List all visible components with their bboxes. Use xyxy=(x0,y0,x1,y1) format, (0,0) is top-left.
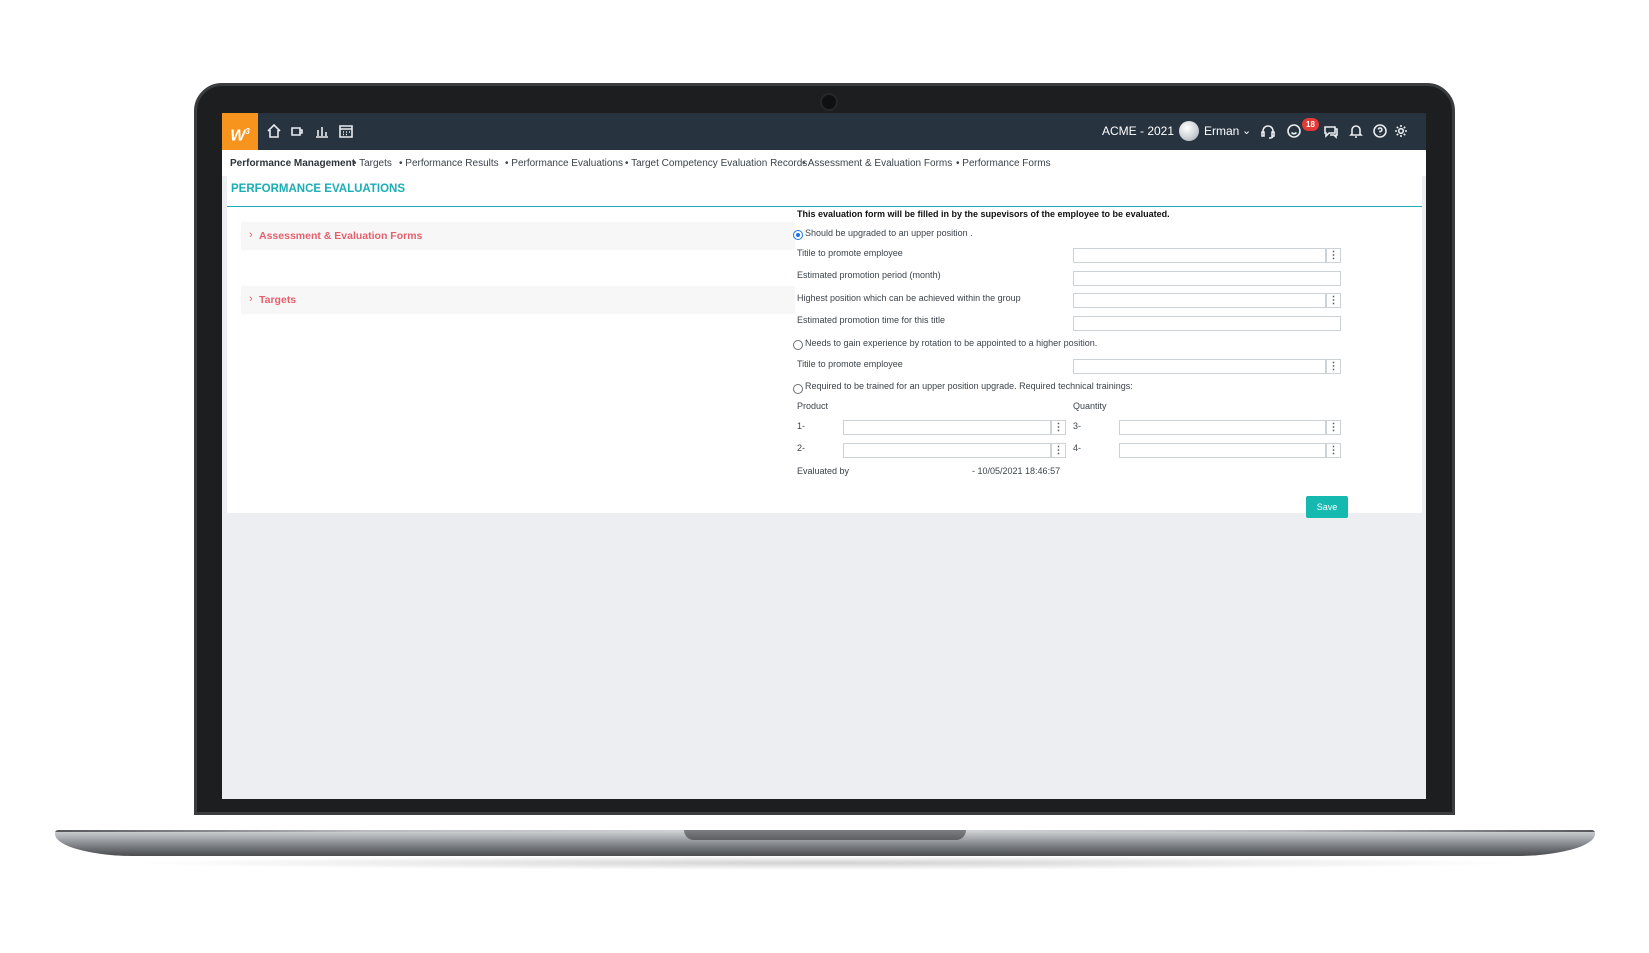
radio-rotation[interactable] xyxy=(793,340,803,350)
breadcrumb-performance-forms[interactable]: • Performance Forms xyxy=(956,158,1051,169)
avatar[interactable] xyxy=(1179,121,1199,141)
title-promote2-label: Titile to promote employee xyxy=(797,359,903,369)
app-logo[interactable]: W3 xyxy=(222,113,258,150)
breadcrumb-root[interactable]: Performance Management xyxy=(230,158,355,169)
breadcrumb-targets[interactable]: • Targets xyxy=(353,158,392,169)
title-promote-label: Titile to promote employee xyxy=(797,248,903,258)
laptop-notch xyxy=(684,830,966,840)
title-promote-input[interactable] xyxy=(1073,248,1326,263)
chevron-right-icon: › xyxy=(249,293,253,305)
smiley-icon[interactable] xyxy=(1285,122,1303,140)
chart-icon[interactable] xyxy=(313,122,331,140)
more-icon[interactable]: ⋮ xyxy=(1326,359,1341,374)
laptop-shadow xyxy=(120,856,1530,870)
row-4-label: 4- xyxy=(1073,443,1082,453)
gear-icon[interactable] xyxy=(1392,122,1410,140)
top-navbar: W3 ACME - 2021 Erman ⌄ 18 xyxy=(222,113,1426,150)
cup-icon[interactable] xyxy=(288,122,306,140)
help-icon[interactable] xyxy=(1371,122,1389,140)
est-time-label: Estimated promotion time for this title xyxy=(797,315,946,325)
option-training-label: Required to be trained for an upper posi… xyxy=(805,381,1133,391)
quantity-label: Quantity xyxy=(1073,401,1107,411)
product-3-input[interactable] xyxy=(1119,420,1326,435)
evaluated-by-label: Evaluated by xyxy=(797,466,850,476)
est-period-input[interactable] xyxy=(1073,271,1341,286)
more-icon[interactable]: ⋮ xyxy=(1326,443,1341,458)
page-title: PERFORMANCE EVALUATIONS xyxy=(231,183,405,195)
breadcrumb-performance-results[interactable]: • Performance Results xyxy=(399,158,499,169)
user-name[interactable]: Erman xyxy=(1204,124,1239,138)
product-1-input[interactable] xyxy=(843,420,1051,435)
title-divider xyxy=(227,206,1422,207)
more-icon[interactable]: ⋮ xyxy=(1051,420,1066,435)
accordion-label: Assessment & Evaluation Forms xyxy=(259,230,423,242)
est-time-input[interactable] xyxy=(1073,316,1341,331)
product-2-input[interactable] xyxy=(843,443,1051,458)
company-selector[interactable]: ACME - 2021 xyxy=(1102,124,1174,138)
bell-icon[interactable] xyxy=(1347,122,1365,140)
webcam xyxy=(820,93,838,111)
breadcrumb-target-competency[interactable]: • Target Competency Evaluation Records xyxy=(625,158,807,169)
option-upgrade-label: Should be upgraded to an upper position … xyxy=(805,228,973,238)
est-period-label: Estimated promotion period (month) xyxy=(797,270,941,280)
product-label: Product xyxy=(797,401,829,411)
option-rotation-label: Needs to gain experience by rotation to … xyxy=(805,338,1098,348)
row-3-label: 3- xyxy=(1073,421,1082,431)
radio-training[interactable] xyxy=(793,384,803,394)
headset-icon[interactable] xyxy=(1259,122,1277,140)
app-screen: W3 ACME - 2021 Erman ⌄ 18 Performance Ma… xyxy=(222,113,1426,799)
product-4-input[interactable] xyxy=(1119,443,1326,458)
more-icon[interactable]: ⋮ xyxy=(1326,248,1341,263)
save-button[interactable]: Save xyxy=(1306,496,1348,518)
more-icon[interactable]: ⋮ xyxy=(1326,293,1341,308)
highest-position-input[interactable] xyxy=(1073,293,1326,308)
breadcrumb-performance-evaluations[interactable]: • Performance Evaluations xyxy=(505,158,623,169)
home-icon[interactable] xyxy=(265,122,283,140)
breadcrumb: Performance Management • Targets • Perfo… xyxy=(222,150,1426,176)
chat-icon[interactable] xyxy=(1322,122,1340,140)
more-icon[interactable]: ⋮ xyxy=(1051,443,1066,458)
main-content: PERFORMANCE EVALUATIONS › Assessment & E… xyxy=(227,176,1422,518)
accordion-targets[interactable]: › Targets xyxy=(241,286,795,314)
accordion-label: Targets xyxy=(259,294,297,306)
calendar-icon[interactable] xyxy=(337,122,355,140)
row-2-label: 2- xyxy=(797,443,806,453)
radio-upgrade-position[interactable] xyxy=(793,230,803,240)
evaluated-by-value: - 10/05/2021 18:46:57 xyxy=(972,466,1061,476)
chevron-right-icon: › xyxy=(249,229,253,241)
highest-position-label: Highest position which can be achieved w… xyxy=(797,293,1021,303)
title-promote2-input[interactable] xyxy=(1073,359,1326,374)
breadcrumb-assessment-forms[interactable]: • Assessment & Evaluation Forms xyxy=(802,158,952,169)
more-icon[interactable]: ⋮ xyxy=(1326,420,1341,435)
form-note: This evaluation form will be filled in b… xyxy=(797,209,1170,219)
accordion-assessment-forms[interactable]: › Assessment & Evaluation Forms xyxy=(241,222,795,250)
chevron-down-icon[interactable]: ⌄ xyxy=(1242,124,1251,137)
row-1-label: 1- xyxy=(797,421,806,431)
notification-badge[interactable]: 18 xyxy=(1302,118,1319,131)
